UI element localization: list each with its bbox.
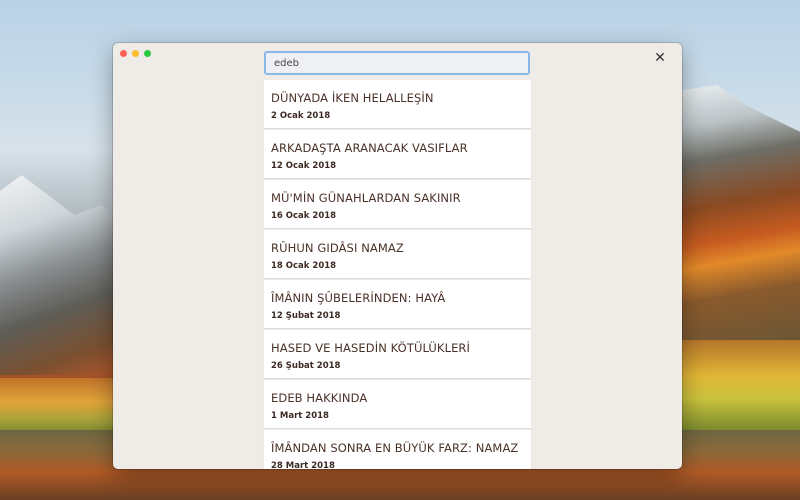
- list-item[interactable]: DÜNYADA İKEN HELALLEŞİN 2 Ocak 2018: [264, 80, 531, 128]
- article-date: 12 Ocak 2018: [271, 161, 337, 171]
- window-zoom-button[interactable]: [144, 50, 151, 57]
- search-input[interactable]: [264, 51, 530, 75]
- list-item[interactable]: HASED VE HASEDİN KÖTÜLÜKLERİ 26 Şubat 20…: [264, 330, 531, 378]
- wallpaper-trees-left: [0, 378, 120, 438]
- list-item[interactable]: EDEB HAKKINDA 1 Mart 2018: [264, 380, 531, 428]
- list-item[interactable]: ÎMÂNIN ŞÛBELERİNDEN: HAYÂ 12 Şubat 2018: [264, 280, 531, 328]
- article-date: 16 Ocak 2018: [271, 211, 337, 221]
- wallpaper-mountain-left: [0, 175, 120, 375]
- article-list: DÜNYADA İKEN HELALLEŞİN 2 Ocak 2018 ARKA…: [264, 80, 531, 469]
- window-minimize-button[interactable]: [132, 50, 139, 57]
- article-date: 12 Şubat 2018: [271, 311, 341, 321]
- wallpaper-trees-right: [682, 340, 800, 430]
- article-date: 26 Şubat 2018: [271, 361, 341, 371]
- article-date: 1 Mart 2018: [271, 411, 329, 421]
- list-item[interactable]: ARKADAŞTA ARANACAK VASIFLAR 12 Ocak 2018: [264, 130, 531, 178]
- wallpaper-mountain-right: [682, 85, 800, 345]
- window-close-button[interactable]: [120, 50, 127, 57]
- article-title: RÛHUN GIDÂSI NAMAZ: [271, 241, 404, 255]
- article-title: ÎMÂNIN ŞÛBELERİNDEN: HAYÂ: [271, 291, 446, 305]
- article-title: MÜ'MİN GÜNAHLARDAN SAKINIR: [271, 191, 461, 205]
- window-controls: [120, 50, 151, 57]
- app-window: ✕ DÜNYADA İKEN HELALLEŞİN 2 Ocak 2018 AR…: [113, 43, 682, 469]
- article-title: EDEB HAKKINDA: [271, 391, 368, 405]
- article-title: DÜNYADA İKEN HELALLEŞİN: [271, 91, 434, 105]
- article-title: ARKADAŞTA ARANACAK VASIFLAR: [271, 141, 468, 155]
- list-item[interactable]: RÛHUN GIDÂSI NAMAZ 18 Ocak 2018: [264, 230, 531, 278]
- article-title: HASED VE HASEDİN KÖTÜLÜKLERİ: [271, 341, 471, 355]
- list-item[interactable]: MÜ'MİN GÜNAHLARDAN SAKINIR 16 Ocak 2018: [264, 180, 531, 228]
- article-title: ÎMÂNDAN SONRA EN BÜYÜK FARZ: NAMAZ: [271, 441, 519, 455]
- close-icon[interactable]: ✕: [653, 51, 667, 65]
- article-date: 2 Ocak 2018: [271, 111, 331, 121]
- article-date: 18 Ocak 2018: [271, 261, 337, 271]
- article-date: 28 Mart 2018: [271, 461, 335, 469]
- list-item[interactable]: ÎMÂNDAN SONRA EN BÜYÜK FARZ: NAMAZ 28 Ma…: [264, 430, 531, 469]
